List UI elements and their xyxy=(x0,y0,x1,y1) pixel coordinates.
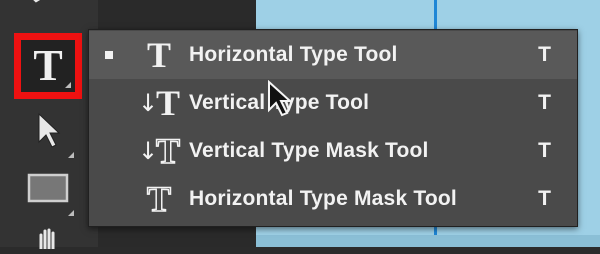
current-tool-marker xyxy=(105,51,113,59)
rectangle-icon xyxy=(26,171,70,210)
type-icon: T xyxy=(33,41,63,90)
tools-panel: T xyxy=(0,0,98,250)
hand-tool[interactable] xyxy=(18,224,78,254)
horizontal-type-mask-icon: T xyxy=(146,179,172,219)
submenu-indicator xyxy=(68,210,74,216)
move-tool[interactable] xyxy=(18,102,78,162)
vertical-type-icon: ↓ T xyxy=(137,83,181,123)
shortcut-key: T xyxy=(538,187,551,210)
menu-item-horizontal-type-tool[interactable]: T Horizontal Type Tool T xyxy=(89,31,577,79)
rectangle-tool[interactable] xyxy=(18,160,78,220)
type-tool-flyout-menu: T Horizontal Type Tool T ↓ T Vertical Typ… xyxy=(88,29,578,227)
canvas-edge xyxy=(256,235,600,247)
shortcut-key: T xyxy=(538,139,551,162)
hand-icon xyxy=(33,225,63,254)
menu-item-label: Horizontal Type Mask Tool xyxy=(189,187,457,210)
submenu-indicator xyxy=(68,152,74,158)
shortcut-key: T xyxy=(538,43,551,66)
submenu-indicator xyxy=(65,82,71,88)
horizontal-type-icon: T xyxy=(146,35,171,75)
shortcut-key: T xyxy=(538,91,551,114)
brush-tool[interactable] xyxy=(18,0,78,14)
vertical-type-mask-icon: ↓ T xyxy=(137,131,181,171)
menu-item-vertical-type-mask-tool[interactable]: ↓ T Vertical Type Mask Tool T xyxy=(89,127,577,175)
brush-icon xyxy=(28,0,68,8)
menu-item-horizontal-type-mask-tool[interactable]: T Horizontal Type Mask Tool T xyxy=(89,175,577,223)
pointer-arrow-icon xyxy=(33,110,63,155)
menu-item-vertical-type-tool[interactable]: ↓ T Vertical Type Tool T xyxy=(89,79,577,127)
mouse-cursor-icon xyxy=(267,79,293,123)
menu-item-label: Vertical Type Mask Tool xyxy=(189,139,429,162)
menu-item-label: Horizontal Type Tool xyxy=(189,43,398,66)
type-tool[interactable]: T xyxy=(14,33,82,99)
